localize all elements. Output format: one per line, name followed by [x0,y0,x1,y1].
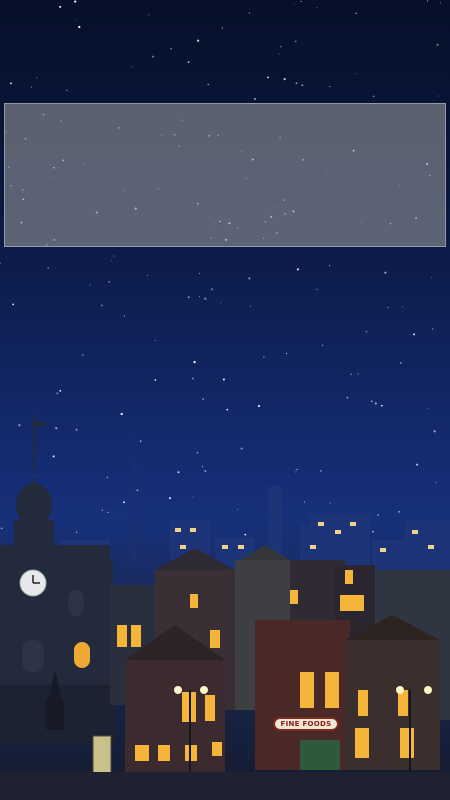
window [380,548,386,552]
window [175,528,181,532]
window [238,545,244,549]
window [180,545,186,549]
window [300,672,314,708]
fine-foods-sign: FINE FOODS [273,717,339,731]
window [158,745,170,761]
window [400,728,414,758]
window [325,672,339,708]
window [350,522,356,526]
street [0,772,450,800]
window [205,695,215,721]
widget-area[interactable] [4,103,446,247]
lit-window [74,642,90,668]
window [131,625,141,647]
clock [19,569,47,597]
window [310,545,316,549]
window [190,528,196,532]
window [290,590,298,604]
poster-board [92,735,112,775]
window [190,594,198,608]
window [340,595,364,611]
window [117,625,127,647]
window [358,690,368,716]
window [210,630,220,648]
window [412,530,418,534]
window [335,530,341,534]
tv-tower [130,420,138,560]
town-hall [0,415,115,745]
window [355,728,369,758]
window [428,545,434,549]
window [135,745,149,761]
front-houses [125,615,440,775]
window [222,545,228,549]
window [318,522,324,526]
window [345,570,353,584]
window [212,742,222,756]
